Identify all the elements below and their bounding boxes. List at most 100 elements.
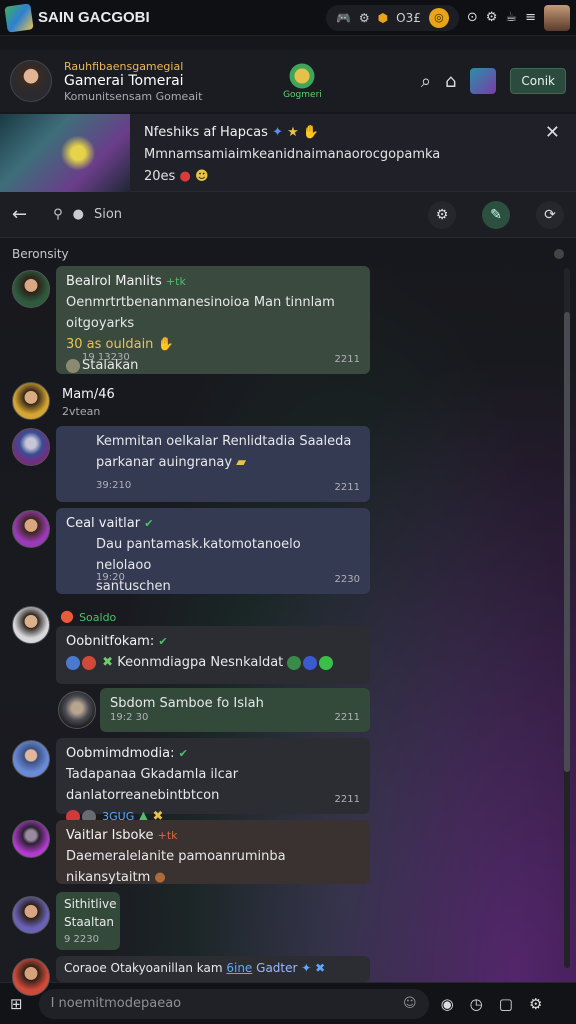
avatar[interactable] [12, 740, 50, 778]
coin-icon[interactable]: ◎ [428, 7, 449, 28]
message-bubble[interactable]: Coraoe Otakyoanillan kam 6ine Gadter ✦ ✖ [56, 956, 370, 982]
gear-icon[interactable]: ⚙ [428, 200, 456, 229]
message-bubble[interactable]: Sbdom Samboe fo Islah 19:2 30 2211 [100, 688, 370, 732]
close-icon[interactable]: ✕ [545, 122, 560, 143]
timestamp: 2211 [334, 354, 360, 365]
sender-subtitle: 2vtean [62, 405, 101, 418]
gift-icon[interactable]: ⚙ [359, 11, 370, 25]
menu-icon[interactable]: ≡ [525, 10, 536, 25]
currency-text: O3£ [396, 10, 421, 25]
timestamp: 2211 [334, 712, 360, 723]
timestamp: 19 13230 [82, 352, 130, 363]
gamepad-icon[interactable]: 🎮 [336, 11, 351, 25]
home-icon[interactable]: ⌂ [445, 71, 456, 92]
clock-icon[interactable]: ◷ [470, 995, 483, 1013]
sender-tag: +tk [157, 829, 178, 842]
section-dot-icon[interactable] [554, 249, 564, 259]
avatar[interactable] [12, 958, 50, 996]
timestamp: 9 2230 [64, 934, 99, 945]
message-bubble[interactable]: Vaitlar Isboke +tk Daemeralelanite pamoa… [56, 820, 370, 885]
avatar[interactable] [12, 382, 50, 420]
timestamp: 19:20 [96, 572, 125, 583]
message-bubble[interactable]: Ceal vaitlar ✔ Dau pantamask.katomotanoe… [56, 508, 370, 594]
settings-icon[interactable]: ⚙ [486, 10, 498, 25]
header-subtitle-top: Rauhfibaensgamegial [64, 59, 184, 73]
banner-title: Nfeshiks af Hapcas ✦ ★ ✋ [144, 125, 320, 140]
chat-header: Rauhfibaensgamegial Gamerai Tomerai Komu… [0, 50, 576, 112]
timestamp: 2230 [334, 574, 360, 585]
game-icon[interactable] [470, 68, 497, 94]
message-bubble[interactable]: Oobmimdmodia: ✔ Tadapanaa Gkadamla ilcar… [56, 738, 370, 824]
emoji-icon[interactable]: ☺ [403, 996, 417, 1011]
header-title: Gamerai Tomerai [64, 72, 184, 89]
user-avatar[interactable] [544, 4, 570, 31]
message-composer: ⊞ I noemitmodepaeao ☺ ◉ ◷ ▢ ⚙ [0, 982, 576, 1024]
message-text: Daemeralelanite pamoanruminba nikansytai… [66, 849, 286, 885]
settings-gear-icon[interactable]: ⚙ [529, 995, 542, 1013]
search-icon[interactable]: ⚲ [53, 207, 63, 222]
banner-meta: 20es ● ☻ [144, 169, 209, 184]
timestamp: 39:210 [96, 480, 132, 491]
message-text: Gadter [256, 961, 298, 975]
announcement-banner: Nfeshiks af Hapcas ✦ ★ ✋ Mmnamsamiaimkea… [0, 114, 576, 192]
banner-image [0, 114, 130, 192]
message-text: Tadapanaa Gkadamla ilcar danlatorreanebi… [66, 767, 239, 803]
sender-name: Oobmimdmodia: [66, 746, 175, 761]
message-bubble[interactable]: Bealrol Manlits +tk Oenmrtrtbenanmanesin… [56, 266, 370, 374]
attach-icon[interactable]: ⊞ [10, 995, 23, 1013]
message-input[interactable]: I noemitmodepaeao ☺ [38, 988, 429, 1019]
timestamp: 19:2 30 [110, 712, 149, 723]
message-item: Mam/46 2vtean [0, 380, 576, 424]
avatar[interactable] [12, 820, 50, 858]
sender-tag: +tk [165, 275, 186, 288]
message-text: Oenmrtrtbenanmanesinoioa Man tinnlam oit… [66, 295, 335, 331]
sender-name: Ceal vaitlar [66, 516, 141, 531]
avatar[interactable] [12, 270, 50, 308]
avatar[interactable] [12, 510, 50, 548]
voice-icon: ● [72, 207, 84, 222]
section-label: Beronsity [12, 247, 69, 261]
message-text: Kemmitan oelkalar Renlidtadia Saaleda [96, 434, 352, 449]
top-status-bar: SAIN GACGOBI 🎮 ⚙ ⬢ O3£ ◎ ⊙ ⚙ ☕ ≡ [0, 0, 576, 36]
sender-name: Oobnitfokam: [66, 634, 155, 649]
message-input-placeholder: I noemitmodepaeao [50, 996, 182, 1011]
message-bubble[interactable]: Kemmitan oelkalar Renlidtadia Saaleda pa… [56, 426, 370, 502]
edit-icon[interactable]: ✎ [482, 200, 510, 229]
avatar[interactable] [12, 896, 50, 934]
laurel-badge: Gogmeri [282, 62, 323, 100]
message-item: Sithitlive Staaltan 9 2230 [0, 892, 576, 950]
message-bubble[interactable]: Oobnitfokam: ✔ ✖ Keonmdiagpa Nesnkaldat [56, 626, 370, 684]
message-text: Sithitlive [64, 897, 117, 911]
message-item: Oobmimdmodia: ✔ Tadapanaa Gkadamla ilcar… [0, 738, 576, 824]
banner-body: Mmnamsamiaimkeanidnaimanaorocgopamka [144, 147, 441, 162]
message-text: ✖ Keonmdiagpa Nesnkaldat [66, 652, 360, 673]
record-icon[interactable]: ◉ [441, 995, 454, 1013]
message-item: Sbdom Samboe fo Islah 19:2 30 2211 [0, 688, 576, 734]
refresh-icon[interactable]: ⟳ [536, 200, 564, 229]
message-link[interactable]: 6ine [226, 961, 252, 975]
search-field[interactable]: ⚲ ● Sion [53, 207, 122, 222]
app-title: SAIN GACGOBI [38, 9, 150, 26]
notifications-icon[interactable]: ⊙ [467, 10, 478, 25]
cup-icon[interactable]: ☕ [505, 10, 517, 25]
message-text: parkanar auingranay ▰ [96, 455, 247, 470]
laurel-icon [282, 62, 323, 90]
timestamp: 2211 [334, 482, 360, 493]
status-pill[interactable]: 🎮 ⚙ ⬢ O3£ ◎ [325, 4, 459, 31]
shield-icon[interactable]: ⬢ [378, 11, 388, 25]
avatar[interactable] [12, 606, 50, 644]
search-people-icon[interactable]: ⌕ [421, 71, 431, 92]
connect-button[interactable]: Conik [510, 68, 566, 94]
message-item: Coraoe Otakyoanillan kam 6ine Gadter ✦ ✖ [0, 956, 576, 996]
avatar[interactable] [12, 428, 50, 466]
message-text: Staaltan [64, 915, 115, 929]
message-item: Oobnitfokam: ✔ ✖ Keonmdiagpa Nesnkaldat [0, 602, 576, 684]
chat-toolbar: ← ⚲ ● Sion ⚙ ✎ ⟳ [0, 192, 576, 238]
group-avatar[interactable] [10, 60, 52, 102]
message-bubble[interactable]: Sithitlive Staaltan 9 2230 [56, 892, 120, 950]
window-icon[interactable]: ▢ [499, 995, 513, 1013]
back-arrow-icon[interactable]: ← [12, 204, 27, 225]
search-text: Sion [93, 207, 123, 222]
header-subtitle: Komunitsensam Gomeait [64, 89, 203, 103]
avatar[interactable] [58, 691, 96, 729]
